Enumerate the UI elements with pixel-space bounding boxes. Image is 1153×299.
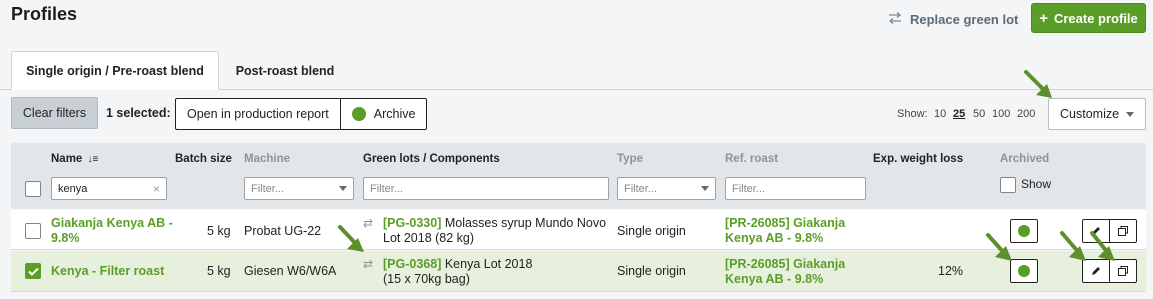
arrow-icon [338,225,364,252]
arrow-icon [986,233,1012,261]
arrow-icon [1090,231,1115,261]
annotation-arrows [338,70,1115,261]
arrow-icon [1024,70,1052,98]
arrow-icon [1060,231,1086,261]
